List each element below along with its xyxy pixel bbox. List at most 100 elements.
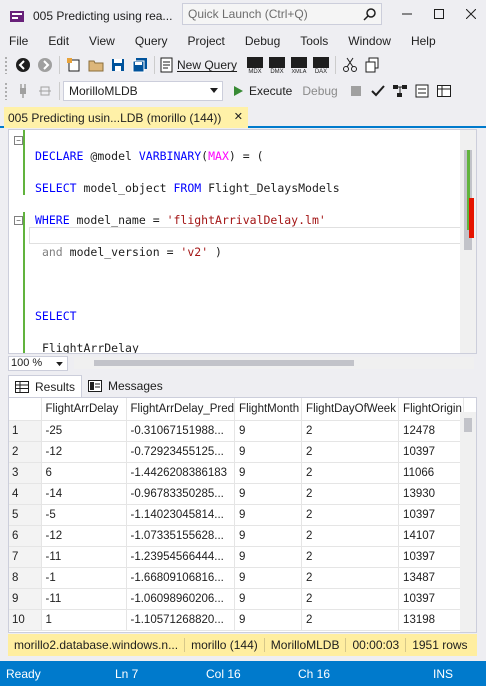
menu-edit[interactable]: Edit xyxy=(38,34,79,48)
table-cell[interactable]: -1.4426208386183 xyxy=(126,462,236,484)
debug-button[interactable]: Debug xyxy=(300,81,343,101)
column-header[interactable]: FlightArrDelay_Pred xyxy=(126,398,236,421)
zoom-dropdown[interactable]: 100 % xyxy=(8,355,68,371)
dax-query-button[interactable]: DAX xyxy=(311,55,331,75)
save-all-button[interactable] xyxy=(130,55,150,75)
sql-code[interactable]: DECLARE @model VARBINARY(MAX) = ( SELECT… xyxy=(35,132,437,353)
display-estimated-plan-button[interactable] xyxy=(390,81,410,101)
close-button[interactable] xyxy=(456,0,486,28)
quick-launch-input[interactable]: Quick Launch (Ctrl+Q) xyxy=(182,3,382,25)
table-cell[interactable]: 2 xyxy=(301,525,400,547)
menu-view[interactable]: View xyxy=(79,34,125,48)
table-cell[interactable]: -1.10571268820... xyxy=(126,609,236,631)
menu-tools[interactable]: Tools xyxy=(290,34,338,48)
table-cell[interactable]: 6 xyxy=(41,462,127,484)
back-button[interactable] xyxy=(13,55,33,75)
table-cell[interactable]: 13487 xyxy=(398,567,465,589)
table-row[interactable]: 10 1 -1.10571268820... 9 2 13198 xyxy=(9,609,465,631)
results-scroll-thumb[interactable] xyxy=(464,418,472,432)
table-cell[interactable]: 9 xyxy=(234,504,303,526)
collapse-region-icon[interactable]: − xyxy=(14,216,23,225)
table-cell[interactable]: 9 xyxy=(234,609,303,631)
table-cell[interactable]: 2 xyxy=(301,483,400,505)
table-cell[interactable]: 2 xyxy=(301,609,400,631)
menu-query[interactable]: Query xyxy=(125,34,178,48)
row-number-cell[interactable]: 9 xyxy=(9,588,42,610)
collapse-region-icon[interactable]: − xyxy=(14,136,23,145)
table-row[interactable]: 2 -12 -0.72923455125... 9 2 10397 xyxy=(9,441,465,463)
row-number-cell[interactable]: 5 xyxy=(9,504,42,526)
menu-file[interactable]: File xyxy=(0,34,38,48)
table-cell[interactable]: 9 xyxy=(234,462,303,484)
forward-button[interactable] xyxy=(35,55,55,75)
cut-button[interactable] xyxy=(340,55,360,75)
query-document-tab[interactable]: 005 Predicting usin...LDB (morillo (144)… xyxy=(4,107,248,128)
table-cell[interactable]: 9 xyxy=(234,441,303,463)
table-cell[interactable]: 9 xyxy=(234,546,303,568)
xmla-query-button[interactable]: XMLA xyxy=(289,55,309,75)
table-cell[interactable]: -1.07335155628... xyxy=(126,525,236,547)
row-number-cell[interactable]: 10 xyxy=(9,609,42,631)
table-cell[interactable]: 10397 xyxy=(398,546,465,568)
new-query-button[interactable]: New Query xyxy=(159,55,243,75)
copy-button[interactable] xyxy=(362,55,382,75)
table-cell[interactable]: 9 xyxy=(234,525,303,547)
row-number-cell[interactable]: 1 xyxy=(9,420,42,442)
table-row[interactable]: 7 -11 -1.23954566444... 9 2 10397 xyxy=(9,546,465,568)
table-cell[interactable]: 10397 xyxy=(398,588,465,610)
table-cell[interactable]: -12 xyxy=(41,441,127,463)
table-row[interactable]: 3 6 -1.4426208386183 9 2 11066 xyxy=(9,462,465,484)
dmx-query-button[interactable]: DMX xyxy=(267,55,287,75)
menu-project[interactable]: Project xyxy=(178,34,235,48)
parse-button[interactable] xyxy=(368,81,388,101)
cancel-query-button[interactable] xyxy=(346,81,366,101)
new-project-button[interactable] xyxy=(64,55,84,75)
table-cell[interactable]: -1.23954566444... xyxy=(126,546,236,568)
tab-results[interactable]: Results xyxy=(8,375,83,397)
mdx-query-button[interactable]: MDX xyxy=(245,55,265,75)
table-row[interactable]: 8 -1 -1.66809106816... 9 2 13487 xyxy=(9,567,465,589)
table-cell[interactable]: -1 xyxy=(41,567,127,589)
table-cell[interactable]: 12478 xyxy=(398,420,465,442)
query-options-button[interactable] xyxy=(412,81,432,101)
execute-button[interactable]: Execute xyxy=(232,81,298,101)
table-cell[interactable]: 2 xyxy=(301,441,400,463)
table-cell[interactable]: 13930 xyxy=(398,483,465,505)
table-cell[interactable]: 10397 xyxy=(398,441,465,463)
table-cell[interactable]: -5 xyxy=(41,504,127,526)
row-number-header[interactable] xyxy=(9,398,42,421)
table-cell[interactable]: 2 xyxy=(301,420,400,442)
toolbar-grip[interactable] xyxy=(4,82,8,100)
table-cell[interactable]: 1 xyxy=(41,609,127,631)
maximize-button[interactable] xyxy=(424,0,454,28)
open-file-button[interactable] xyxy=(86,55,106,75)
column-header[interactable]: FlightOrigin xyxy=(398,398,465,421)
editor-vertical-scrollbar[interactable] xyxy=(460,130,476,353)
connect-button[interactable] xyxy=(13,81,33,101)
row-number-cell[interactable]: 8 xyxy=(9,567,42,589)
table-cell[interactable]: -0.96783350285... xyxy=(126,483,236,505)
row-number-cell[interactable]: 7 xyxy=(9,546,42,568)
table-cell[interactable]: -12 xyxy=(41,525,127,547)
table-cell[interactable]: 2 xyxy=(301,588,400,610)
horizontal-scroll-thumb[interactable] xyxy=(94,360,354,366)
table-row[interactable]: 9 -11 -1.06098960206... 9 2 10397 xyxy=(9,588,465,610)
menu-debug[interactable]: Debug xyxy=(235,34,290,48)
available-databases-dropdown[interactable]: MorilloMLDB xyxy=(63,81,223,101)
table-cell[interactable]: -1.14023045814... xyxy=(126,504,236,526)
table-cell[interactable]: 2 xyxy=(301,462,400,484)
table-cell[interactable]: 9 xyxy=(234,567,303,589)
table-cell[interactable]: 14107 xyxy=(398,525,465,547)
table-cell[interactable]: 13198 xyxy=(398,609,465,631)
table-cell[interactable]: -1.06098960206... xyxy=(126,588,236,610)
row-number-cell[interactable]: 4 xyxy=(9,483,42,505)
table-cell[interactable]: 11066 xyxy=(398,462,465,484)
results-to-grid-button[interactable] xyxy=(434,81,454,101)
table-cell[interactable]: 9 xyxy=(234,483,303,505)
table-cell[interactable]: -0.72923455125... xyxy=(126,441,236,463)
table-cell[interactable]: -11 xyxy=(41,588,127,610)
close-tab-icon[interactable]: ✕ xyxy=(234,110,243,123)
save-button[interactable] xyxy=(108,55,128,75)
column-header[interactable]: FlightDayOfWeek xyxy=(301,398,400,421)
table-cell[interactable]: 2 xyxy=(301,567,400,589)
